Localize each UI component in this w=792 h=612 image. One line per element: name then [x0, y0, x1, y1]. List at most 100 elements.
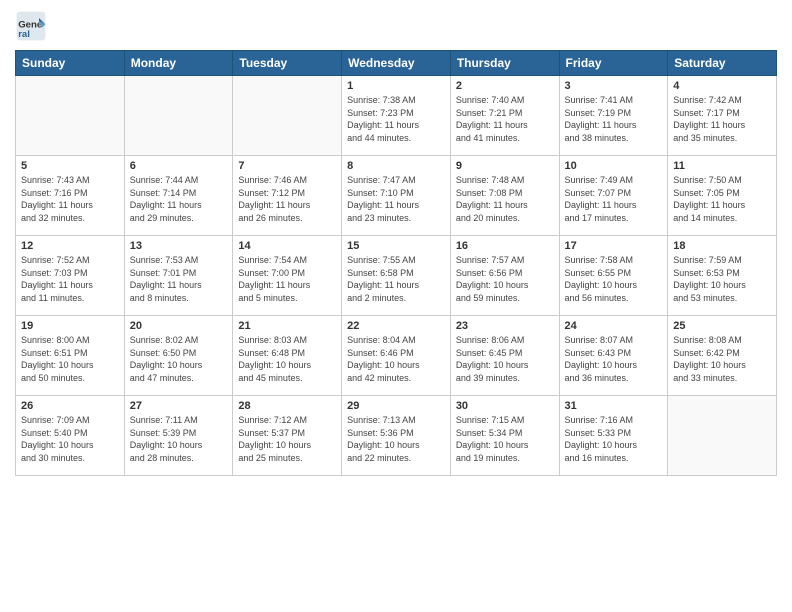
calendar-cell: 14 Sunrise: 7:54 AM Sunset: 7:00 PM Dayli… [233, 236, 342, 316]
day-number: 19 [21, 320, 119, 332]
day-number: 29 [347, 400, 445, 412]
header-tuesday: Tuesday [233, 51, 342, 76]
calendar-cell: 8 Sunrise: 7:47 AM Sunset: 7:10 PM Daylig… [342, 156, 451, 236]
calendar-table: SundayMondayTuesdayWednesdayThursdayFrid… [15, 50, 777, 476]
calendar-cell: 4Sunrise: 7:42 AM Sunset: 7:17 PM Daylig… [668, 76, 777, 156]
calendar-cell [124, 76, 233, 156]
calendar-cell [233, 76, 342, 156]
day-number: 2 [456, 80, 554, 92]
calendar-cell: 30Sunrise: 7:15 AM Sunset: 5:34 PM Dayli… [450, 396, 559, 476]
day-number: 14 [238, 240, 336, 252]
day-number: 16 [456, 240, 554, 252]
day-number: 30 [456, 400, 554, 412]
day-info: Sunrise: 8:02 AM Sunset: 6:50 PM Dayligh… [130, 334, 228, 384]
day-number: 28 [238, 400, 336, 412]
week-row-4: 26 Sunrise: 7:09 AM Sunset: 5:40 PM Dayli… [16, 396, 777, 476]
calendar-cell: 25 Sunrise: 8:08 AM Sunset: 6:42 PM Dayli… [668, 316, 777, 396]
day-number: 12 [21, 240, 119, 252]
header-monday: Monday [124, 51, 233, 76]
calendar-cell: 13 Sunrise: 7:53 AM Sunset: 7:01 PM Dayli… [124, 236, 233, 316]
day-number: 25 [673, 320, 771, 332]
day-number: 23 [456, 320, 554, 332]
page: Gene ral SundayMondayTuesdayWednesdayThu… [0, 0, 792, 612]
day-info: Sunrise: 7:47 AM Sunset: 7:10 PM Dayligh… [347, 174, 445, 224]
day-number: 8 [347, 160, 445, 172]
week-row-1: 5 Sunrise: 7:43 AM Sunset: 7:16 PM Daylig… [16, 156, 777, 236]
day-number: 9 [456, 160, 554, 172]
day-info: Sunrise: 8:03 AM Sunset: 6:48 PM Dayligh… [238, 334, 336, 384]
day-info: Sunrise: 7:57 AM Sunset: 6:56 PM Dayligh… [456, 254, 554, 304]
calendar-cell: 26 Sunrise: 7:09 AM Sunset: 5:40 PM Dayli… [16, 396, 125, 476]
svg-text:ral: ral [18, 29, 30, 40]
calendar-cell: 20 Sunrise: 8:02 AM Sunset: 6:50 PM Dayli… [124, 316, 233, 396]
day-number: 7 [238, 160, 336, 172]
week-row-0: 1 Sunrise: 7:38 AM Sunset: 7:23 PM Daylig… [16, 76, 777, 156]
calendar-cell: 21 Sunrise: 8:03 AM Sunset: 6:48 PM Dayli… [233, 316, 342, 396]
calendar-header-row: SundayMondayTuesdayWednesdayThursdayFrid… [16, 51, 777, 76]
day-info: Sunrise: 7:43 AM Sunset: 7:16 PM Dayligh… [21, 174, 119, 224]
day-info: Sunrise: 7:52 AM Sunset: 7:03 PM Dayligh… [21, 254, 119, 304]
day-number: 22 [347, 320, 445, 332]
week-row-3: 19Sunrise: 8:00 AM Sunset: 6:51 PM Dayli… [16, 316, 777, 396]
calendar-cell: 10 Sunrise: 7:49 AM Sunset: 7:07 PM Dayli… [559, 156, 668, 236]
logo: Gene ral [15, 10, 51, 42]
day-number: 15 [347, 240, 445, 252]
day-info: Sunrise: 8:08 AM Sunset: 6:42 PM Dayligh… [673, 334, 771, 384]
calendar-cell [668, 396, 777, 476]
day-info: Sunrise: 7:50 AM Sunset: 7:05 PM Dayligh… [673, 174, 771, 224]
calendar-cell [16, 76, 125, 156]
header-thursday: Thursday [450, 51, 559, 76]
day-info: Sunrise: 7:53 AM Sunset: 7:01 PM Dayligh… [130, 254, 228, 304]
day-info: Sunrise: 7:12 AM Sunset: 5:37 PM Dayligh… [238, 414, 336, 464]
logo-icon: Gene ral [15, 10, 47, 42]
calendar-cell: 3 Sunrise: 7:41 AM Sunset: 7:19 PM Daylig… [559, 76, 668, 156]
header-friday: Friday [559, 51, 668, 76]
calendar-cell: 19Sunrise: 8:00 AM Sunset: 6:51 PM Dayli… [16, 316, 125, 396]
calendar-cell: 27 Sunrise: 7:11 AM Sunset: 5:39 PM Dayli… [124, 396, 233, 476]
day-info: Sunrise: 7:49 AM Sunset: 7:07 PM Dayligh… [565, 174, 663, 224]
day-number: 18 [673, 240, 771, 252]
day-number: 27 [130, 400, 228, 412]
day-info: Sunrise: 7:41 AM Sunset: 7:19 PM Dayligh… [565, 94, 663, 144]
calendar-cell: 31Sunrise: 7:16 AM Sunset: 5:33 PM Dayli… [559, 396, 668, 476]
day-info: Sunrise: 7:13 AM Sunset: 5:36 PM Dayligh… [347, 414, 445, 464]
calendar-cell: 6Sunrise: 7:44 AM Sunset: 7:14 PM Daylig… [124, 156, 233, 236]
calendar-cell: 17Sunrise: 7:58 AM Sunset: 6:55 PM Dayli… [559, 236, 668, 316]
header-wednesday: Wednesday [342, 51, 451, 76]
calendar-cell: 24Sunrise: 8:07 AM Sunset: 6:43 PM Dayli… [559, 316, 668, 396]
day-number: 26 [21, 400, 119, 412]
calendar-cell: 16 Sunrise: 7:57 AM Sunset: 6:56 PM Dayli… [450, 236, 559, 316]
day-number: 10 [565, 160, 663, 172]
day-info: Sunrise: 7:46 AM Sunset: 7:12 PM Dayligh… [238, 174, 336, 224]
calendar-cell: 29 Sunrise: 7:13 AM Sunset: 5:36 PM Dayli… [342, 396, 451, 476]
day-info: Sunrise: 7:44 AM Sunset: 7:14 PM Dayligh… [130, 174, 228, 224]
day-number: 21 [238, 320, 336, 332]
header-sunday: Sunday [16, 51, 125, 76]
day-number: 3 [565, 80, 663, 92]
day-number: 24 [565, 320, 663, 332]
day-info: Sunrise: 8:06 AM Sunset: 6:45 PM Dayligh… [456, 334, 554, 384]
calendar-cell: 28 Sunrise: 7:12 AM Sunset: 5:37 PM Dayli… [233, 396, 342, 476]
calendar-cell: 2Sunrise: 7:40 AM Sunset: 7:21 PM Daylig… [450, 76, 559, 156]
day-number: 17 [565, 240, 663, 252]
day-number: 20 [130, 320, 228, 332]
day-info: Sunrise: 7:48 AM Sunset: 7:08 PM Dayligh… [456, 174, 554, 224]
calendar-cell: 1 Sunrise: 7:38 AM Sunset: 7:23 PM Daylig… [342, 76, 451, 156]
day-info: Sunrise: 7:42 AM Sunset: 7:17 PM Dayligh… [673, 94, 771, 144]
day-number: 31 [565, 400, 663, 412]
header-saturday: Saturday [668, 51, 777, 76]
day-info: Sunrise: 8:04 AM Sunset: 6:46 PM Dayligh… [347, 334, 445, 384]
calendar-cell: 11 Sunrise: 7:50 AM Sunset: 7:05 PM Dayli… [668, 156, 777, 236]
day-number: 11 [673, 160, 771, 172]
day-number: 1 [347, 80, 445, 92]
day-number: 13 [130, 240, 228, 252]
day-info: Sunrise: 7:59 AM Sunset: 6:53 PM Dayligh… [673, 254, 771, 304]
day-info: Sunrise: 7:09 AM Sunset: 5:40 PM Dayligh… [21, 414, 119, 464]
day-info: Sunrise: 7:54 AM Sunset: 7:00 PM Dayligh… [238, 254, 336, 304]
day-info: Sunrise: 7:55 AM Sunset: 6:58 PM Dayligh… [347, 254, 445, 304]
day-number: 5 [21, 160, 119, 172]
day-info: Sunrise: 7:11 AM Sunset: 5:39 PM Dayligh… [130, 414, 228, 464]
day-info: Sunrise: 7:38 AM Sunset: 7:23 PM Dayligh… [347, 94, 445, 144]
calendar-cell: 5 Sunrise: 7:43 AM Sunset: 7:16 PM Daylig… [16, 156, 125, 236]
header: Gene ral [15, 10, 777, 42]
